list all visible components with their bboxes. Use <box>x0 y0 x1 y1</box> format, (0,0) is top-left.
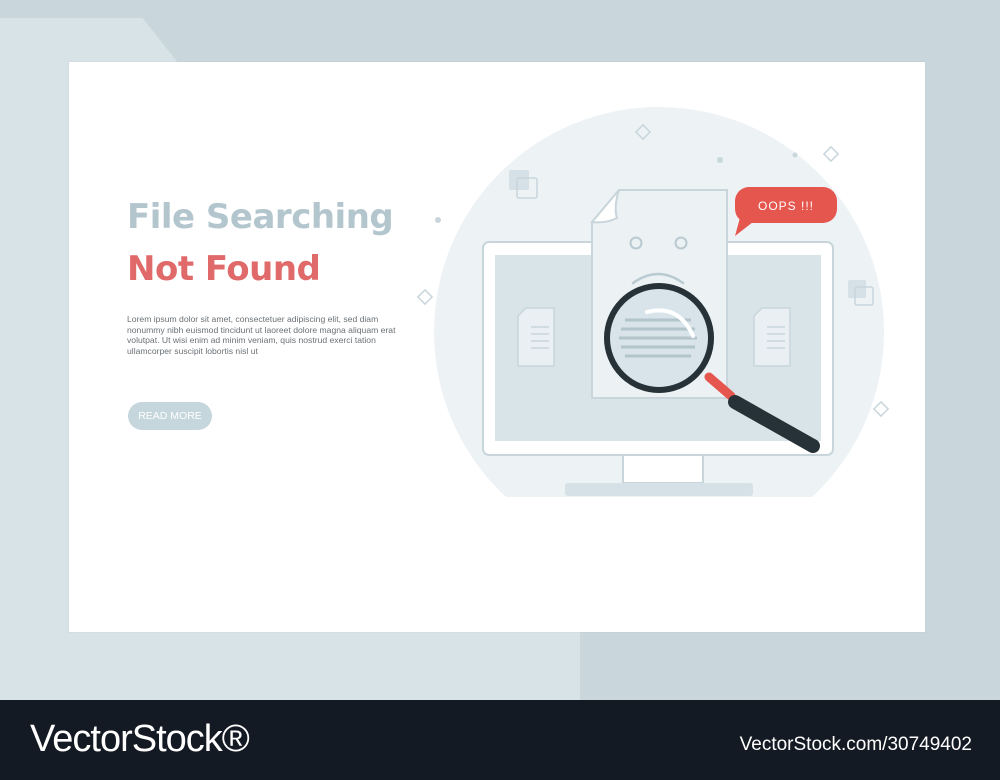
dot-decoration <box>717 157 723 163</box>
not-found-illustration: OOPS !!! <box>416 107 890 497</box>
document-icon <box>517 307 555 367</box>
diamond-decoration <box>416 288 434 306</box>
footer-bar: VectorStock® VectorStock.com/30749402 <box>0 700 1000 780</box>
diamond-decoration <box>872 400 890 418</box>
square-decoration <box>848 280 866 298</box>
footer-image-id: VectorStock.com/30749402 <box>739 734 972 755</box>
diamond-decoration <box>822 145 840 163</box>
dot-decoration <box>792 152 798 158</box>
footer-logo: VectorStock® <box>30 718 250 760</box>
landing-page-card: File Searching Not Found Lorem ipsum dol… <box>69 62 925 632</box>
document-icon <box>753 307 791 367</box>
oops-text: OOPS !!! <box>758 199 814 213</box>
background-panel <box>0 40 70 680</box>
background-panel <box>0 632 580 700</box>
dot-decoration <box>435 217 441 223</box>
square-decoration <box>509 170 529 190</box>
